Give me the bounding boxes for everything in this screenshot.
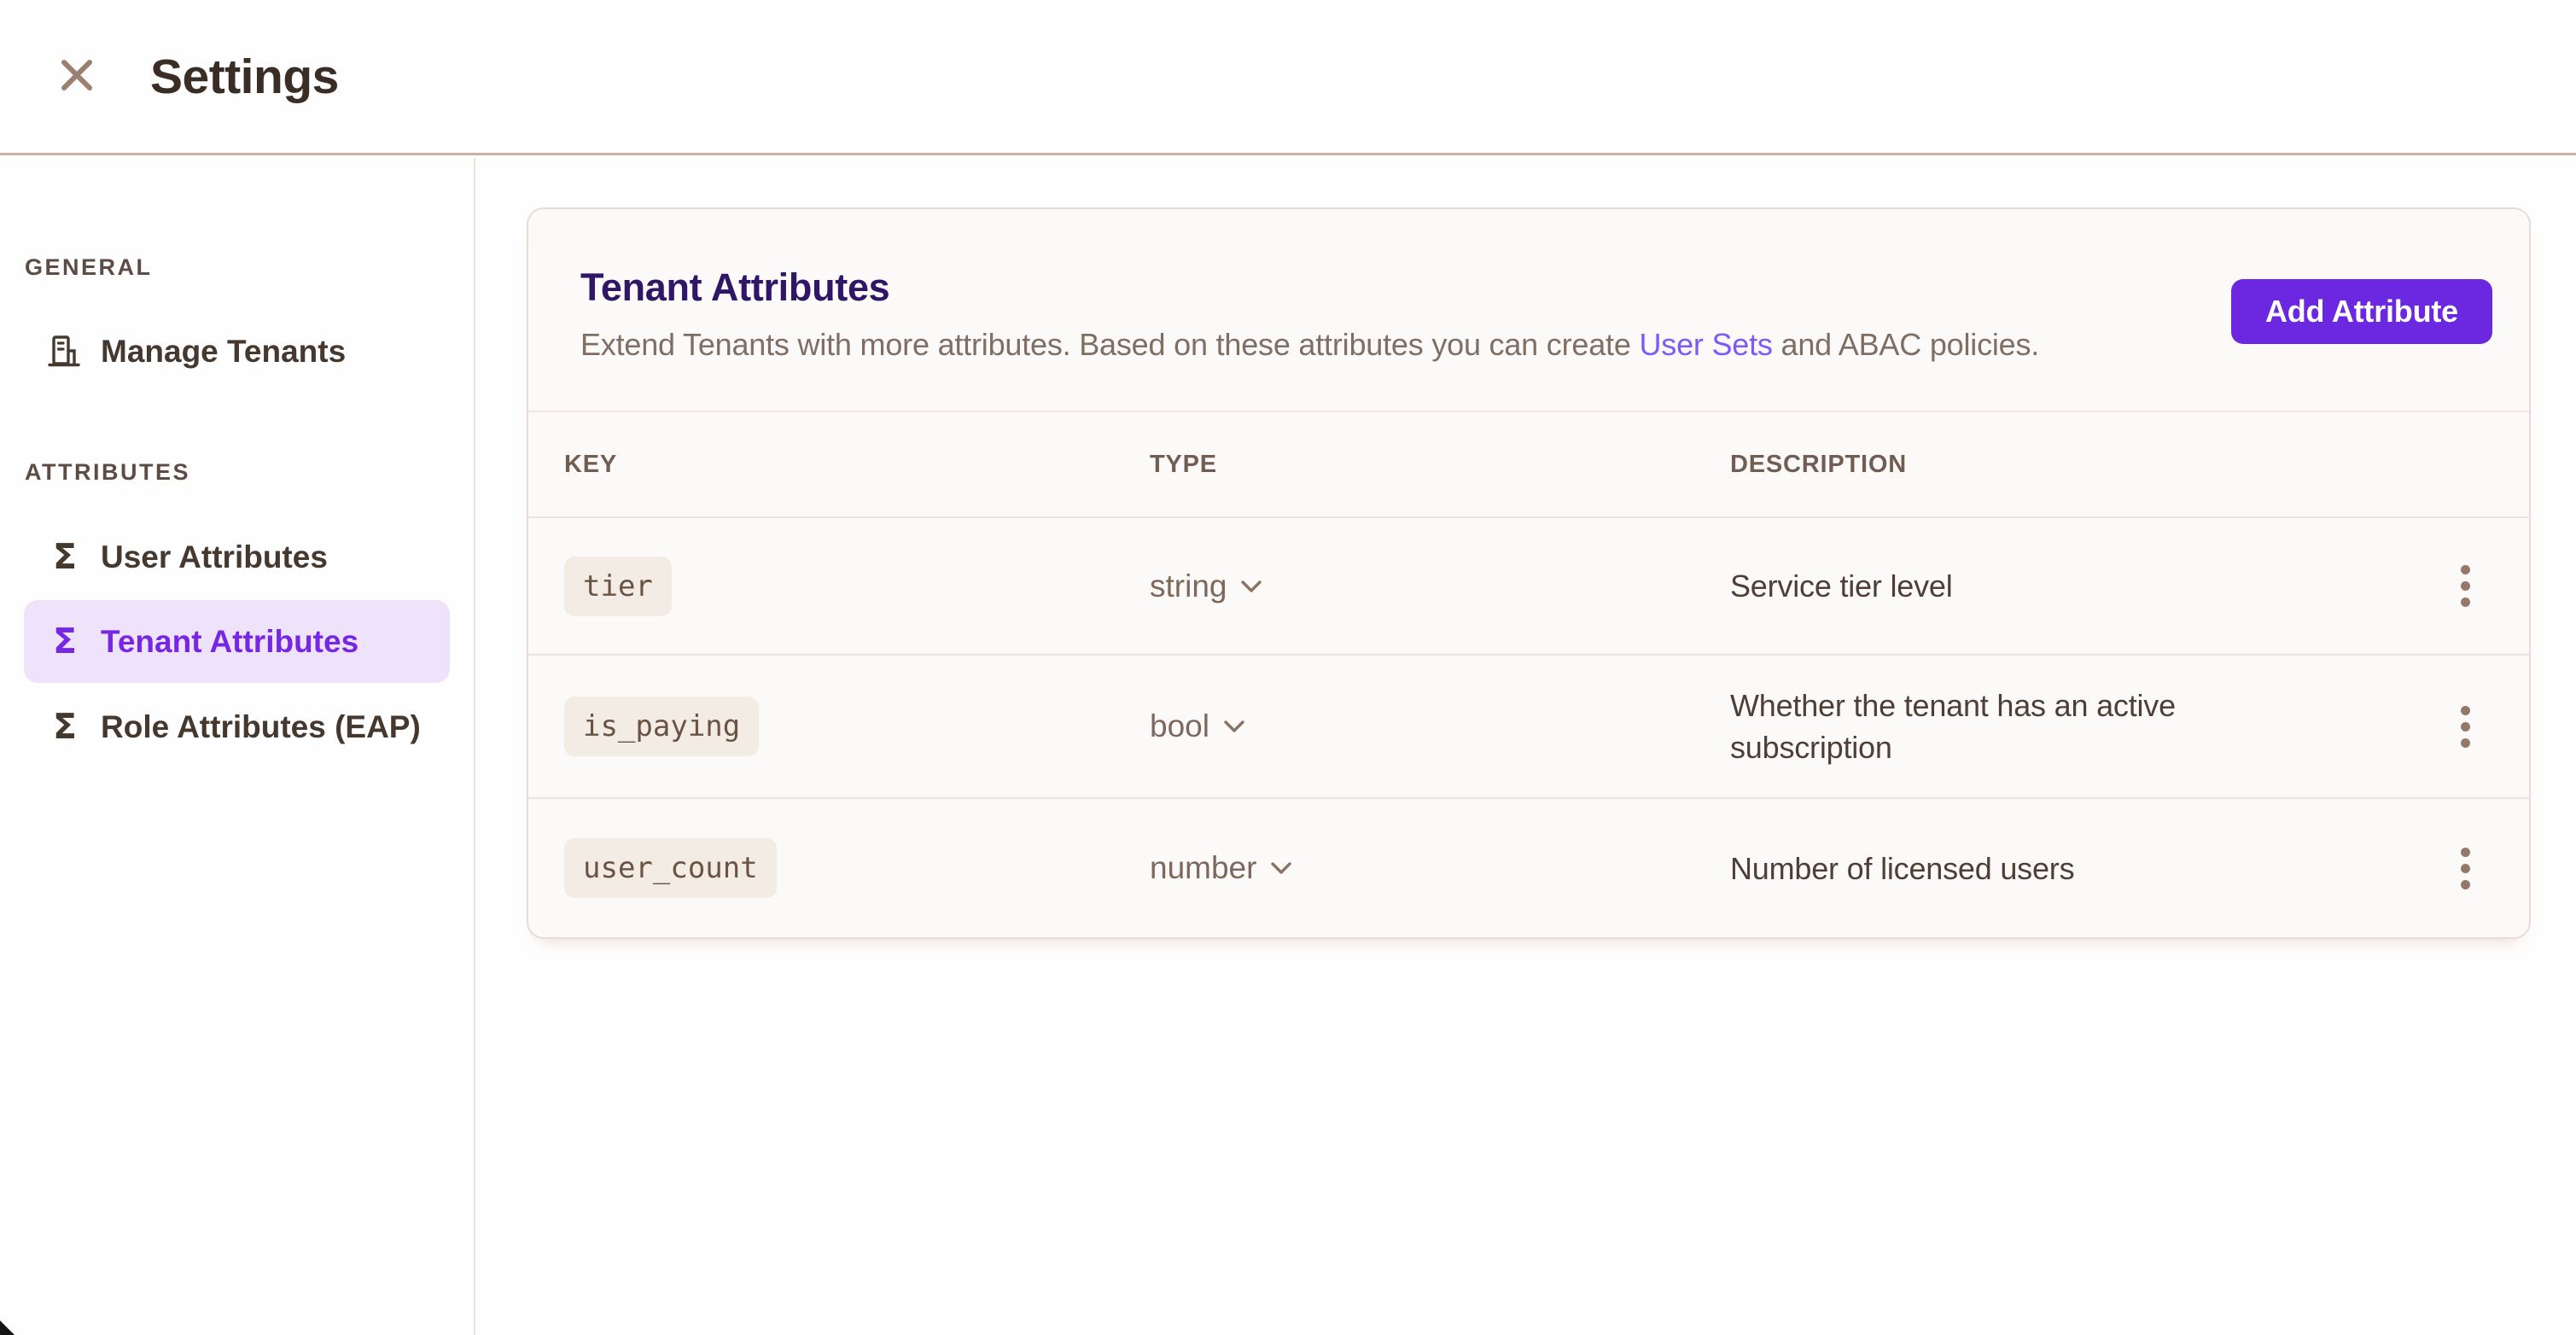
chevron-down-icon [1270, 861, 1292, 875]
row-actions-button[interactable] [2449, 836, 2482, 901]
sidebar-item-label: Tenant Attributes [101, 624, 358, 660]
sidebar-item-manage-tenants[interactable]: Manage Tenants [24, 310, 450, 393]
sidebar-section-label-attributes: ATTRIBUTES [25, 459, 190, 486]
table-row: is_paying bool Whether the tenant has an… [528, 654, 2529, 797]
kebab-dot [2461, 598, 2470, 607]
kebab-dot [2461, 565, 2470, 574]
kebab-dot [2461, 864, 2470, 873]
attribute-key-chip: is_paying [564, 697, 759, 756]
row-actions-button[interactable] [2449, 553, 2482, 619]
sidebar-item-user-attributes[interactable]: Σ User Attributes [24, 516, 450, 598]
sidebar-item-label: Manage Tenants [101, 334, 346, 370]
sidebar-item-role-attributes[interactable]: Σ Role Attributes (EAP) [24, 685, 450, 768]
sidebar-item-tenant-attributes[interactable]: Σ Tenant Attributes [24, 600, 450, 683]
type-select[interactable]: string [1150, 568, 1262, 604]
close-icon [58, 56, 96, 94]
column-header-type: TYPE [1150, 451, 1730, 479]
panel-description-text: and ABAC policies. [1773, 327, 2039, 362]
sidebar-item-label: User Attributes [101, 539, 328, 575]
type-value: number [1150, 850, 1256, 886]
sidebar-item-label: Role Attributes (EAP) [101, 709, 421, 745]
kebab-dot [2461, 738, 2470, 748]
column-header-description: DESCRIPTION [1730, 451, 2401, 479]
page-title: Settings [150, 49, 339, 105]
panel-header: Tenant Attributes Extend Tenants with mo… [528, 209, 2529, 412]
kebab-dot [2461, 848, 2470, 857]
table-row: user_count number Number of licensed use… [528, 797, 2529, 937]
panel-description-text: Extend Tenants with more attributes. Bas… [580, 327, 1639, 362]
building-icon [46, 333, 84, 370]
kebab-dot [2461, 706, 2470, 715]
tenant-attributes-panel: Tenant Attributes Extend Tenants with mo… [527, 207, 2531, 939]
close-button[interactable] [53, 51, 101, 99]
attributes-table: KEY TYPE DESCRIPTION tier string Service… [528, 412, 2529, 937]
row-actions-button[interactable] [2449, 694, 2482, 760]
sidebar-section-label-general: GENERAL [25, 254, 153, 281]
sigma-icon: Σ [46, 539, 84, 574]
column-header-key: KEY [564, 451, 1150, 479]
settings-sidebar: GENERAL Manage Tenants ATTRIBUTES Σ User… [0, 158, 475, 1335]
chevron-down-icon [1223, 720, 1245, 733]
type-select[interactable]: number [1150, 850, 1292, 886]
add-attribute-button[interactable]: Add Attribute [2231, 279, 2492, 344]
table-header-row: KEY TYPE DESCRIPTION [528, 412, 2529, 516]
kebab-dot [2461, 880, 2470, 889]
row-description: Service tier level [1730, 565, 2259, 607]
table-row: tier string Service tier level [528, 516, 2529, 654]
user-sets-link[interactable]: User Sets [1639, 327, 1772, 362]
type-value: bool [1150, 708, 1209, 744]
type-value: string [1150, 568, 1227, 604]
sigma-icon: Σ [46, 624, 84, 659]
chevron-down-icon [1240, 580, 1262, 593]
row-description: Whether the tenant has an active subscri… [1730, 685, 2259, 768]
kebab-dot [2461, 722, 2470, 732]
attribute-key-chip: tier [564, 557, 672, 616]
row-description: Number of licensed users [1730, 848, 2259, 889]
top-header-bar: Settings [0, 0, 2576, 155]
kebab-dot [2461, 581, 2470, 591]
type-select[interactable]: bool [1150, 708, 1245, 744]
sigma-icon: Σ [46, 709, 84, 744]
attribute-key-chip: user_count [564, 838, 777, 898]
